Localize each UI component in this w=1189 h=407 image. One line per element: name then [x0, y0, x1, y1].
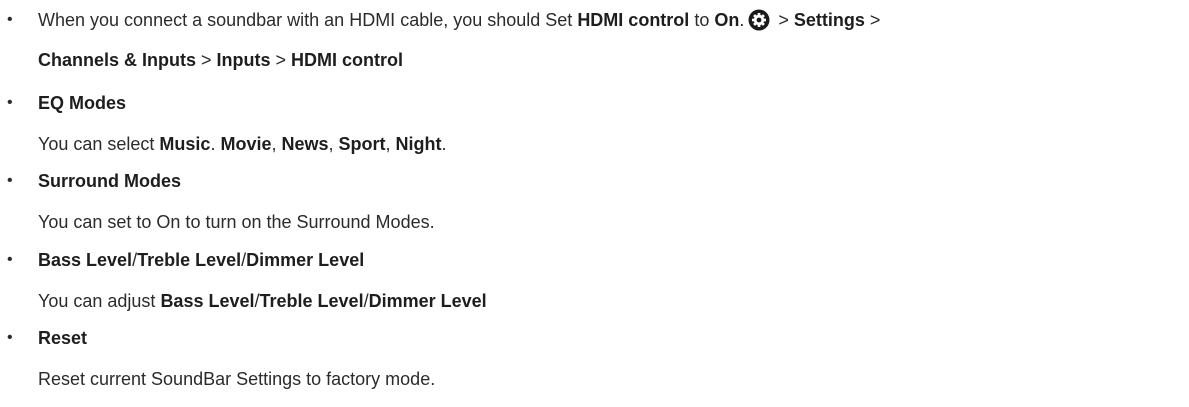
bass-level-label: Bass Level — [38, 250, 133, 270]
dimmer-level-term: Dimmer Level — [368, 291, 487, 311]
news-term: News — [281, 134, 329, 154]
bullet: • — [7, 251, 13, 268]
treble-level-term: Treble Level — [259, 291, 364, 311]
text-fragment: . — [441, 134, 447, 154]
document: • When you connect a soundbar with an HD… — [0, 0, 1189, 407]
on-term: On — [714, 10, 740, 30]
hdmi-control-term-2: HDMI control — [291, 50, 404, 70]
bass-level-term: Bass Level — [160, 291, 255, 311]
hdmi-intro-text: When you connect a soundbar with an HDMI… — [38, 10, 578, 30]
reset-label: Reset — [38, 328, 88, 348]
dimmer-level-label: Dimmer Level — [246, 250, 365, 270]
text-fragment: , — [385, 134, 396, 154]
text-fragment: You can select — [38, 134, 160, 154]
surround-modes-description: You can set to On to turn on the Surroun… — [38, 212, 435, 232]
text-fragment: , — [328, 134, 339, 154]
eq-modes-heading: EQ Modes — [38, 92, 126, 114]
channels-inputs-term: Channels & Inputs — [38, 50, 197, 70]
text-fragment: . — [210, 134, 221, 154]
text-fragment: , — [271, 134, 282, 154]
music-term: Music — [159, 134, 211, 154]
hdmi-instruction-line-2: Channels & Inputs > Inputs > HDMI contro… — [38, 49, 403, 71]
text-fragment: > — [196, 50, 217, 70]
eq-modes-description: You can select Music. Movie, News, Sport… — [38, 133, 447, 155]
treble-level-label: Treble Level — [137, 250, 242, 270]
settings-term: Settings — [793, 10, 865, 30]
text-fragment: > — [864, 10, 881, 30]
gear-icon — [748, 9, 770, 36]
sport-term: Sport — [338, 134, 386, 154]
text-fragment: to — [689, 10, 715, 30]
reset-heading: Reset — [38, 327, 87, 349]
surround-modes-label: Surround Modes — [38, 171, 181, 191]
text-fragment: > — [270, 50, 292, 70]
levels-description: You can adjust Bass Level/Treble Level/D… — [38, 290, 487, 312]
text-fragment: You can adjust — [38, 291, 161, 311]
bullet: • — [7, 94, 13, 111]
inputs-term: Inputs — [216, 50, 271, 70]
bullet: • — [7, 11, 13, 28]
hdmi-instruction-line-1: When you connect a soundbar with an HDMI… — [38, 9, 880, 36]
hdmi-control-term: HDMI control — [577, 10, 690, 30]
bullet: • — [7, 172, 13, 189]
eq-modes-label: EQ Modes — [38, 93, 127, 113]
night-term: Night — [395, 134, 442, 154]
movie-term: Movie — [220, 134, 272, 154]
reset-description: Reset current SoundBar Settings to facto… — [38, 369, 436, 389]
levels-heading: Bass Level/Treble Level/Dimmer Level — [38, 249, 364, 271]
text-fragment: . — [739, 10, 745, 30]
bullet: • — [7, 329, 13, 346]
surround-modes-heading: Surround Modes — [38, 170, 181, 192]
text-fragment: > — [773, 10, 794, 30]
